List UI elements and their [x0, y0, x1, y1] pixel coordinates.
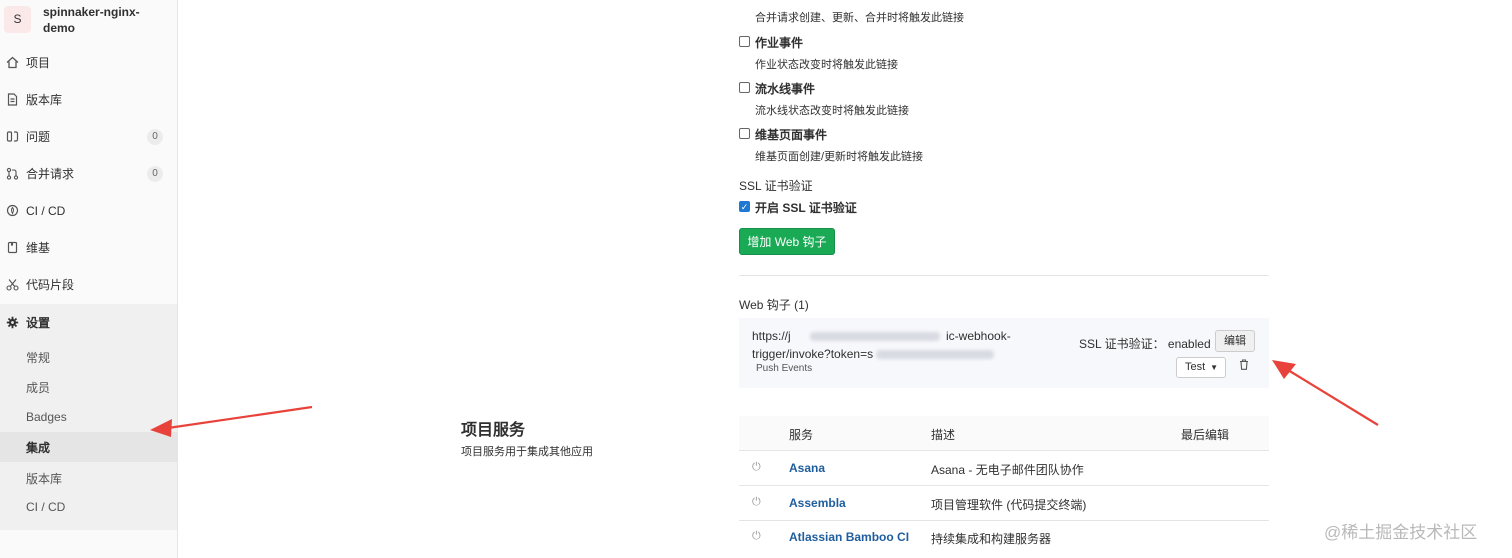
annotation-arrows [150, 360, 1379, 437]
arrow-to-webhook [1272, 360, 1379, 426]
watermark: @稀土掘金技术社区 [1324, 523, 1478, 542]
arrow-to-integrations [150, 405, 313, 437]
